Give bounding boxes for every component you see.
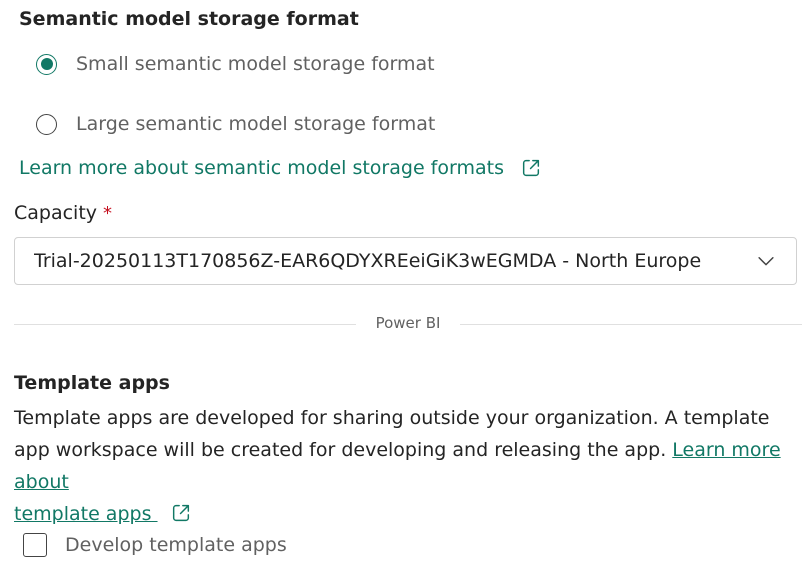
radio-label-small: Small semantic model storage format — [76, 53, 435, 75]
develop-template-apps-label: Develop template apps — [65, 534, 287, 556]
radio-small-storage-format[interactable]: Small semantic model storage format — [36, 51, 435, 77]
divider-line-right — [460, 324, 802, 325]
template-apps-title: Template apps — [14, 372, 170, 394]
external-link-icon — [522, 159, 540, 177]
capacity-label-text: Capacity — [14, 202, 98, 224]
learn-more-storage-formats-link[interactable]: Learn more about semantic model storage … — [19, 157, 542, 179]
capacity-dropdown[interactable]: Trial-20250113T170856Z-EAR6QDYXREeiGiK3w… — [14, 237, 797, 285]
learn-more-storage-formats-text: Learn more about semantic model storage … — [19, 157, 504, 179]
required-marker: * — [103, 203, 113, 224]
radio-button-selected[interactable] — [36, 53, 57, 75]
storage-format-title: Semantic model storage format — [19, 8, 359, 30]
divider-label: Power BI — [360, 314, 456, 332]
divider-line-left — [14, 324, 356, 325]
chevron-down-icon — [758, 257, 774, 266]
capacity-label: Capacity * — [14, 202, 112, 224]
learn-more-template-apps-text-2: template apps — [14, 503, 152, 525]
radio-button-unselected[interactable] — [36, 113, 57, 135]
capacity-dropdown-value: Trial-20250113T170856Z-EAR6QDYXREeiGiK3w… — [34, 250, 702, 272]
template-apps-description: Template apps are developed for sharing … — [14, 402, 794, 530]
develop-template-apps-option[interactable]: Develop template apps — [23, 533, 287, 557]
develop-template-apps-checkbox[interactable] — [23, 533, 47, 557]
template-apps-description-text: Template apps are developed for sharing … — [14, 407, 770, 461]
radio-large-storage-format[interactable]: Large semantic model storage format — [36, 111, 435, 137]
radio-label-large: Large semantic model storage format — [76, 113, 436, 135]
external-link-icon[interactable] — [170, 502, 192, 524]
